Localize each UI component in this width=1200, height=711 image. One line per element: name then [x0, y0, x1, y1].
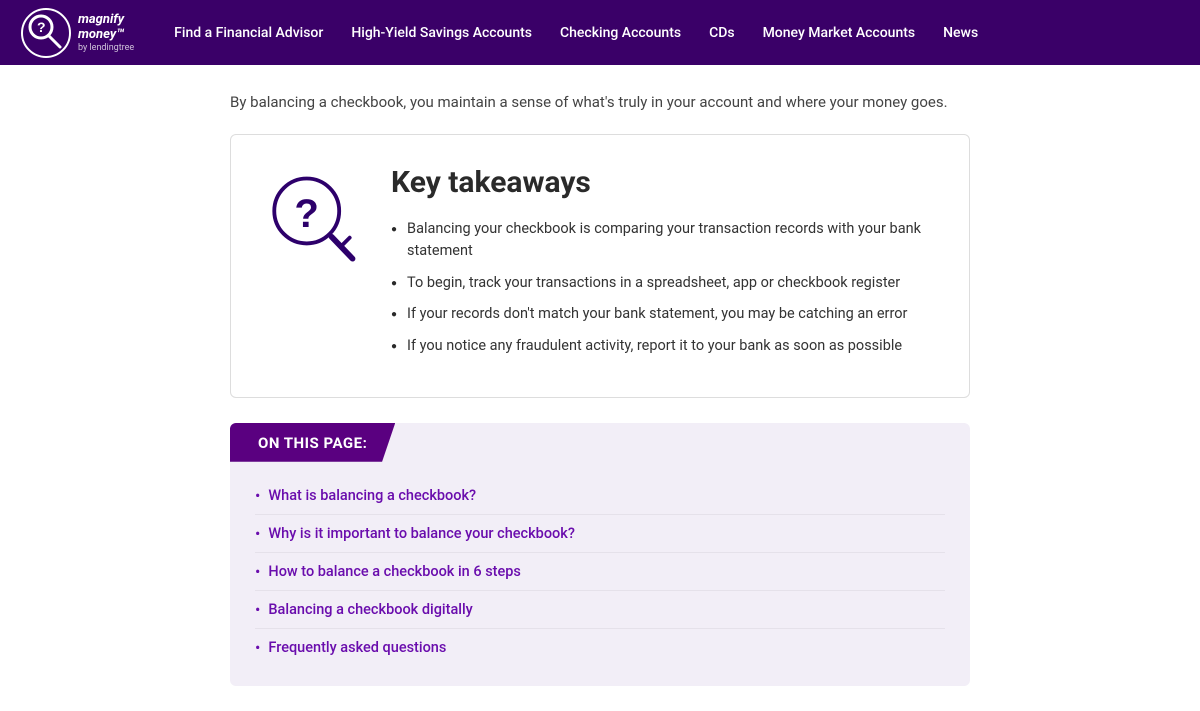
on-this-page-link-5[interactable]: Frequently asked questions — [255, 629, 945, 666]
takeaways-content: Key takeaways Balancing your checkbook i… — [391, 165, 934, 367]
takeaway-item-4: If you notice any fraudulent activity, r… — [391, 335, 934, 357]
takeaways-list: Balancing your checkbook is comparing yo… — [391, 218, 934, 357]
takeaway-item-1: Balancing your checkbook is comparing yo… — [391, 218, 934, 262]
nav-high-yield[interactable]: High-Yield Savings Accounts — [351, 25, 532, 41]
takeaways-title: Key takeaways — [391, 165, 934, 200]
logo-name: magnifymoney™ — [78, 12, 134, 42]
logo-subtitle: by lendingtree — [78, 43, 134, 53]
link-digitally[interactable]: Balancing a checkbook digitally — [268, 601, 472, 618]
main-nav: ? magnifymoney™ by lendingtree Find a Fi… — [0, 0, 1200, 65]
on-this-page-link-2[interactable]: Why is it important to balance your chec… — [255, 515, 945, 553]
nav-links: Find a Financial Advisor High-Yield Savi… — [174, 25, 978, 41]
logo-icon: ? — [20, 7, 72, 59]
on-this-page-header: ON THIS PAGE: — [230, 423, 395, 462]
on-this-page-title: ON THIS PAGE: — [258, 434, 367, 452]
nav-money-market[interactable]: Money Market Accounts — [763, 25, 916, 41]
on-this-page-link-4[interactable]: Balancing a checkbook digitally — [255, 591, 945, 629]
nav-checking[interactable]: Checking Accounts — [560, 25, 681, 41]
key-takeaways-box: ? Key takeaways Balancing your checkbook… — [230, 134, 970, 398]
magnify-question-icon: ? — [259, 168, 364, 273]
on-this-page-link-3[interactable]: How to balance a checkbook in 6 steps — [255, 553, 945, 591]
link-what-is[interactable]: What is balancing a checkbook? — [268, 487, 476, 504]
link-why-important[interactable]: Why is it important to balance your chec… — [268, 525, 575, 542]
takeaway-item-2: To begin, track your transactions in a s… — [391, 272, 934, 294]
main-content: By balancing a checkbook, you maintain a… — [0, 65, 1200, 711]
on-this-page-links: What is balancing a checkbook? Why is it… — [230, 477, 970, 666]
on-this-page-section: ON THIS PAGE: What is balancing a checkb… — [230, 423, 970, 686]
on-this-page-link-1[interactable]: What is balancing a checkbook? — [255, 477, 945, 515]
magnify-icon-wrapper: ? — [256, 165, 366, 275]
link-faq[interactable]: Frequently asked questions — [268, 639, 446, 656]
link-how-to-steps[interactable]: How to balance a checkbook in 6 steps — [268, 563, 520, 580]
svg-text:?: ? — [294, 192, 318, 236]
nav-cds[interactable]: CDs — [709, 25, 734, 41]
logo-text-block: magnifymoney™ by lendingtree — [78, 12, 134, 53]
nav-find-advisor[interactable]: Find a Financial Advisor — [174, 25, 323, 41]
intro-paragraph: By balancing a checkbook, you maintain a… — [230, 90, 970, 114]
logo-area: ? magnifymoney™ by lendingtree — [20, 7, 134, 59]
nav-news[interactable]: News — [943, 25, 978, 41]
takeaway-item-3: If your records don't match your bank st… — [391, 303, 934, 325]
svg-text:?: ? — [37, 19, 46, 35]
